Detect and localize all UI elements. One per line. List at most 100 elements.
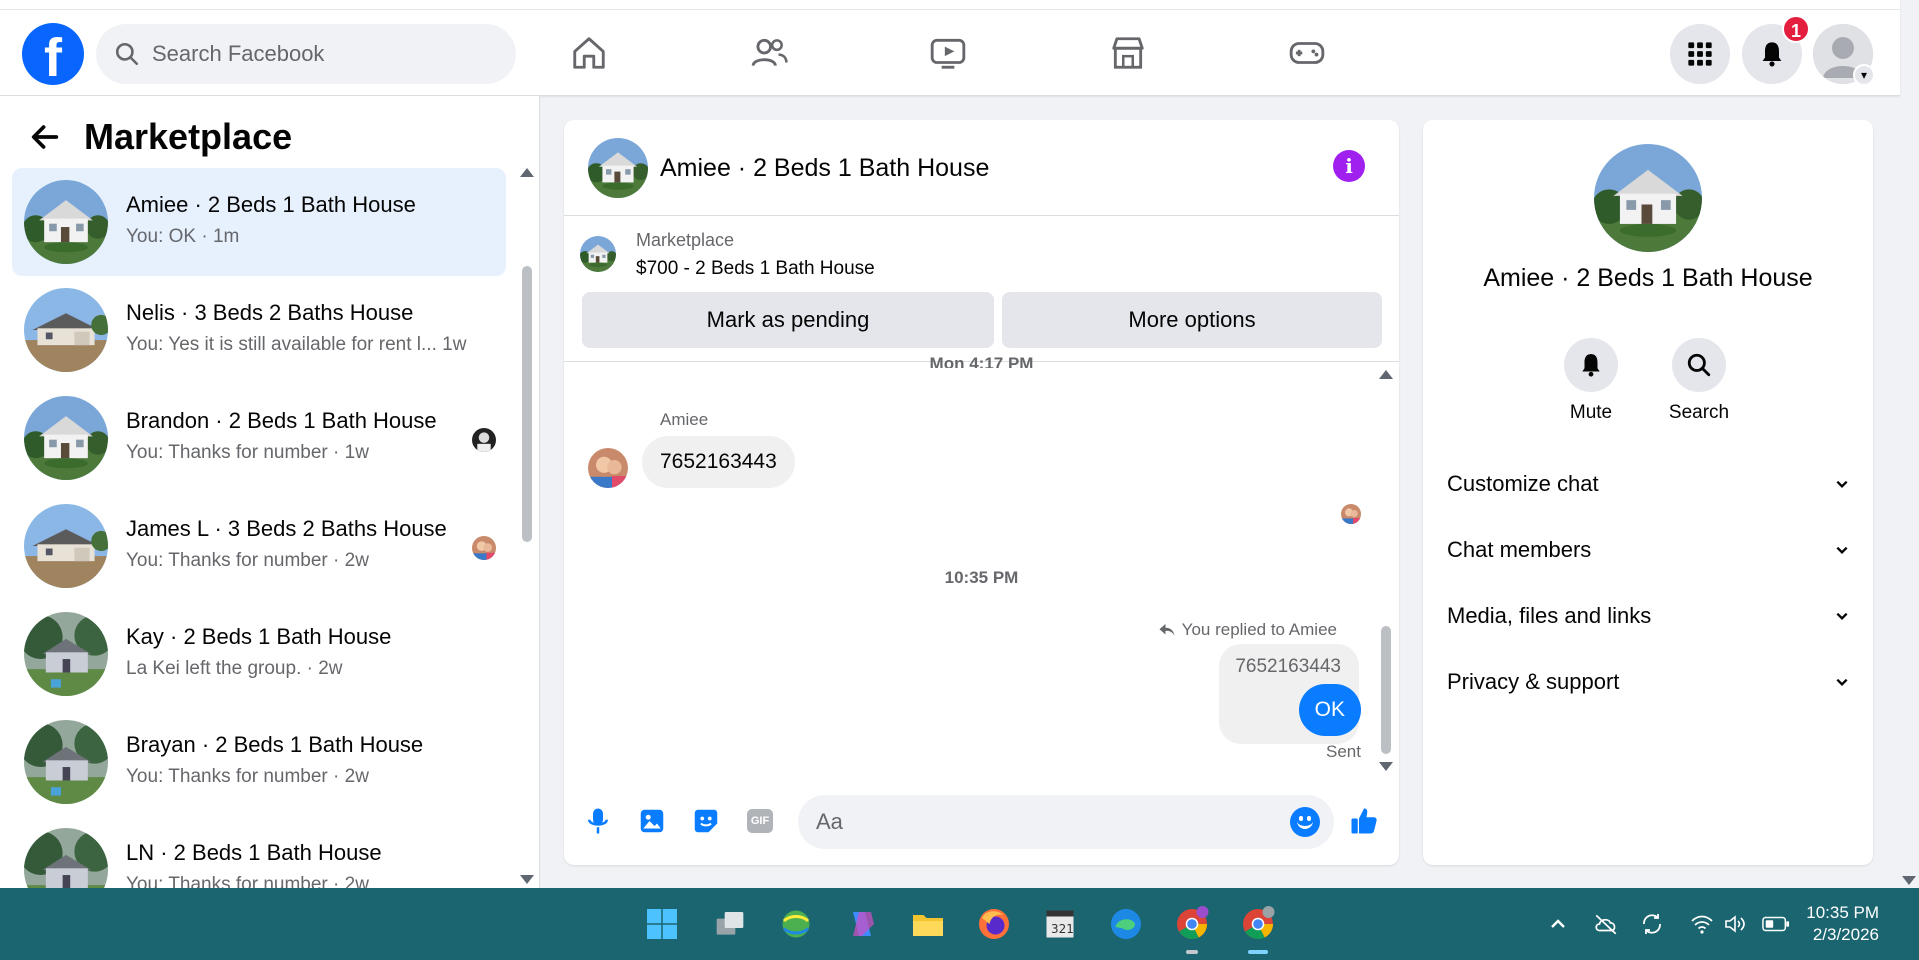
friends-icon[interactable] [744,28,794,78]
sticker-icon[interactable] [690,805,722,837]
timestamp: 10:35 PM [944,568,1019,587]
section-label: Chat members [1447,537,1592,562]
profile-avatar[interactable] [1594,144,1702,252]
network-app-icon[interactable] [772,900,820,948]
chat-scrollbar[interactable] [1379,370,1393,771]
media-files-links-section[interactable]: Media, files and links [1447,596,1849,636]
chrome-profile-icon[interactable] [1168,900,1216,954]
chevron-down-icon [1836,546,1848,554]
video-editor-icon[interactable]: 321 [1036,900,1084,948]
emoji-icon[interactable] [1290,807,1320,837]
battery-icon[interactable] [1762,910,1790,938]
conversation-name: Nelis · 3 Beds 2 Baths House [126,300,414,325]
incoming-message[interactable]: 7652163443 [642,436,795,488]
notifications-button[interactable]: 1 [1742,15,1810,84]
chevron-up-icon[interactable] [1544,910,1572,938]
more-options-button[interactable]: More options [1002,292,1382,348]
scroll-down-arrow-icon[interactable] [520,875,534,884]
customize-chat-section[interactable]: Customize chat [1447,464,1849,504]
listing-thumbnail [24,612,108,696]
facebook-logo[interactable]: f [22,23,84,85]
copilot-icon[interactable] [838,900,886,948]
conversation-item[interactable]: LN · 2 Beds 1 Bath House You: Thanks for… [12,816,506,888]
home-icon[interactable] [564,28,614,78]
search-conversation-button[interactable]: Search [1659,338,1739,424]
like-icon[interactable] [1348,805,1380,837]
top-navigation-bar: f 1 ▾ [0,0,1900,96]
windows-taskbar: 321 10:35 PM 2/3/2026 [0,888,1919,960]
conversation-preview: You: Thanks for number · 1w [126,442,369,463]
scroll-up-arrow-icon[interactable] [520,168,534,177]
message-input[interactable] [816,807,1256,837]
wifi-icon[interactable] [1688,910,1716,938]
chat-avatar[interactable] [588,138,648,198]
scroll-up-arrow-icon[interactable] [1379,370,1393,379]
seen-avatar [472,428,496,452]
sender-name: Amiee [660,410,709,429]
scrollbar-thumb[interactable] [1381,626,1391,754]
search-icon [115,42,139,66]
mark-as-pending-button[interactable]: Mark as pending [582,292,994,348]
listing-title[interactable]: $700 - 2 Beds 1 Bath House [636,258,875,280]
cloud-offline-icon[interactable] [1592,910,1620,938]
video-icon[interactable] [923,28,973,78]
conversation-item[interactable]: Nelis · 3 Beds 2 Baths House You: Yes it… [12,276,506,384]
firefox-icon[interactable] [970,900,1018,948]
listing-thumbnail [580,236,616,272]
conversation-item[interactable]: Kay · 2 Beds 1 Bath House La Kei left th… [12,600,506,708]
active-indicator [1248,950,1268,954]
task-view-icon[interactable] [706,900,754,948]
clock-date: 2/3/2026 [1812,925,1879,944]
start-icon[interactable] [638,900,686,948]
file-explorer-icon[interactable] [904,900,952,948]
info-icon[interactable]: i [1333,150,1365,182]
edge-icon[interactable] [1102,900,1150,948]
conversation-item[interactable]: Brayan · 2 Beds 1 Bath House You: Thanks… [12,708,506,816]
seen-avatar [1341,504,1361,524]
scroll-down-arrow-icon[interactable] [1379,762,1393,771]
scrollbar-thumb[interactable] [522,266,532,542]
profile-name: Amiee · 2 Beds 1 Bath House [1483,264,1813,292]
mute-label: Mute [1569,402,1613,423]
message-thread: Mon 4:17 PM Amiee 7652163443 10:35 PM Yo… [564,354,1399,782]
listing-source: Marketplace [636,230,735,250]
conversation-item[interactable]: Amiee · 2 Beds 1 Bath House You: OK · 1m [12,168,506,276]
chevron-down-icon [1836,480,1848,488]
conversation-item[interactable]: Brandon · 2 Beds 1 Bath House You: Thank… [12,384,506,492]
message-input-box[interactable] [798,795,1334,849]
listing-thumbnail [24,720,108,804]
mute-button[interactable]: Mute [1551,338,1631,424]
search-input[interactable] [152,41,492,67]
privacy-support-section[interactable]: Privacy & support [1447,662,1849,702]
page-title: Marketplace [84,116,293,157]
scroll-down-arrow-icon[interactable] [1902,876,1916,885]
bell-icon [1762,42,1782,67]
listing-thumbnail [24,504,108,588]
menu-grid-button[interactable] [1670,24,1730,84]
microphone-icon[interactable] [582,805,614,837]
conversation-item[interactable]: James L · 3 Beds 2 Baths House You: Than… [12,492,506,600]
message-status: Sent [1326,742,1361,761]
outgoing-message[interactable]: OK [1298,684,1361,736]
page-scrollbar[interactable] [1900,96,1919,888]
conversation-preview: You: OK · 1m [126,226,240,247]
listing-thumbnail [24,288,108,372]
chat-details-panel: Amiee · 2 Beds 1 Bath House Mute Search … [1423,120,1873,865]
photo-icon[interactable] [636,805,668,837]
message-composer: GIF [564,781,1399,865]
gaming-icon[interactable] [1282,28,1332,78]
sync-icon[interactable] [1638,910,1666,938]
chat-members-section[interactable]: Chat members [1447,530,1849,570]
system-clock[interactable]: 10:35 PM 2/3/2026 [1806,902,1879,946]
conversation-list-scrollbar[interactable] [518,168,534,888]
volume-icon[interactable] [1722,910,1750,938]
account-button[interactable]: ▾ [1813,24,1875,86]
chrome-icon[interactable] [1234,900,1282,954]
search-box[interactable] [96,24,516,84]
sender-avatar [588,448,628,488]
reply-arrow-icon [1159,624,1175,636]
marketplace-icon[interactable] [1103,28,1153,78]
chat-title[interactable]: Amiee · 2 Beds 1 Bath House [660,154,989,183]
back-arrow-icon[interactable] [28,120,62,154]
gif-icon[interactable]: GIF [744,805,776,837]
